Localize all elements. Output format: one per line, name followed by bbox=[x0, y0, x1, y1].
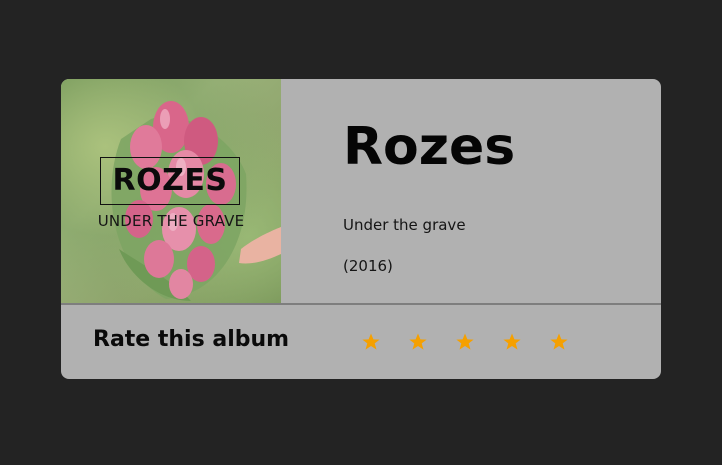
album-cover: ROZES UNDER THE GRAVE bbox=[61, 79, 281, 304]
album-name: Under the grave bbox=[343, 216, 466, 234]
rating-label: Rate this album bbox=[93, 327, 290, 352]
album-info: Rozes Under the grave (2016) bbox=[343, 79, 661, 304]
star-icon[interactable] bbox=[408, 332, 428, 352]
album-card: ROZES UNDER THE GRAVE Rozes Under the gr… bbox=[61, 79, 661, 379]
cover-subtitle: UNDER THE GRAVE bbox=[97, 212, 245, 230]
star-icon[interactable] bbox=[361, 332, 381, 352]
cover-title-frame: ROZES bbox=[100, 157, 240, 205]
artist-title: Rozes bbox=[343, 117, 516, 177]
album-year: (2016) bbox=[343, 257, 393, 275]
cover-title: ROZES bbox=[112, 163, 228, 198]
star-icon[interactable] bbox=[502, 332, 522, 352]
rating-row: Rate this album bbox=[61, 305, 661, 379]
star-icon[interactable] bbox=[549, 332, 569, 352]
star-icon[interactable] bbox=[455, 332, 475, 352]
